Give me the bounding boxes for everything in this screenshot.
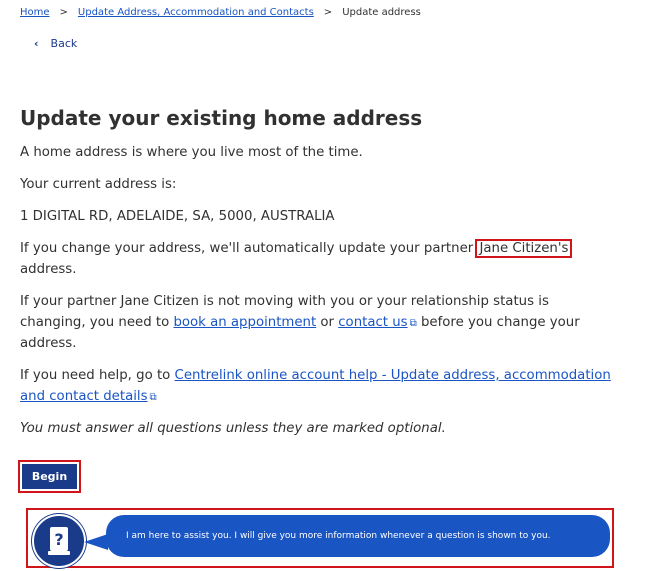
help-line1: If you need help, go to Centrelink onlin… (20, 365, 611, 386)
partner-moving-after: before you change your (416, 315, 580, 330)
speech-bubble-tail (84, 534, 108, 550)
begin-button[interactable]: Begin (22, 464, 77, 489)
question-mark-glyph: ? (54, 530, 63, 549)
partner-update-line2: address. (20, 262, 77, 277)
current-address-label: Your current address is: (20, 177, 177, 192)
contact-us-label: contact us (338, 315, 408, 330)
partner-name-highlight: Jane Citizen's (475, 239, 573, 258)
begin-highlight: Begin (18, 460, 81, 493)
partner-update-text: If you change your address, we'll automa… (20, 238, 573, 259)
question-book-glyph: ? (48, 527, 70, 555)
assistant-panel: ? I am here to assist you. I will give y… (26, 508, 614, 568)
breadcrumb-separator: > (59, 7, 68, 18)
contact-us-link[interactable]: contact us ⧉ (338, 315, 416, 330)
partner-update-before: If you change your address, we'll automa… (20, 241, 478, 256)
help-before: If you need help, go to (20, 368, 175, 383)
breadcrumb-current: Update address (342, 7, 421, 18)
back-link[interactable]: ‹ Back (34, 37, 77, 50)
partner-moving-line1: If your partner Jane Citizen is not movi… (20, 294, 549, 309)
external-link-icon: ⧉ (409, 318, 417, 329)
breadcrumb-separator: > (323, 7, 333, 18)
intro-text: A home address is where you live most of… (20, 145, 363, 160)
breadcrumb: Home > Update Address, Accommodation and C… (20, 7, 421, 18)
current-address-value: 1 DIGITAL RD, ADELAIDE, SA, 5000, AUSTRA… (20, 209, 335, 224)
partner-moving-before: changing, you need to (20, 315, 174, 330)
required-note: You must answer all questions unless the… (20, 421, 446, 436)
chevron-left-icon: ‹ (34, 37, 39, 50)
help-link-line2: and contact details (20, 389, 148, 404)
page-title: Update your existing home address (20, 106, 423, 130)
back-label: Back (50, 37, 78, 50)
breadcrumb-home-link[interactable]: Home (20, 7, 50, 18)
partner-moving-line2: changing, you need to book an appointmen… (20, 312, 580, 334)
breadcrumb-address-link[interactable]: Update Address, Accommodation and Contac… (78, 7, 314, 18)
assistant-message: I am here to assist you. I will give you… (106, 515, 610, 557)
question-book-icon: ? (32, 514, 86, 568)
centrelink-help-link-cont[interactable]: and contact details ⧉ (20, 389, 157, 404)
partner-moving-line3: address. (20, 336, 77, 351)
book-appointment-link[interactable]: book an appointment (173, 315, 316, 330)
help-line2: and contact details ⧉ (20, 386, 157, 408)
external-link-icon: ⧉ (149, 392, 157, 403)
centrelink-help-link[interactable]: Centrelink online account help - Update … (175, 368, 611, 383)
partner-moving-or: or (316, 315, 339, 330)
